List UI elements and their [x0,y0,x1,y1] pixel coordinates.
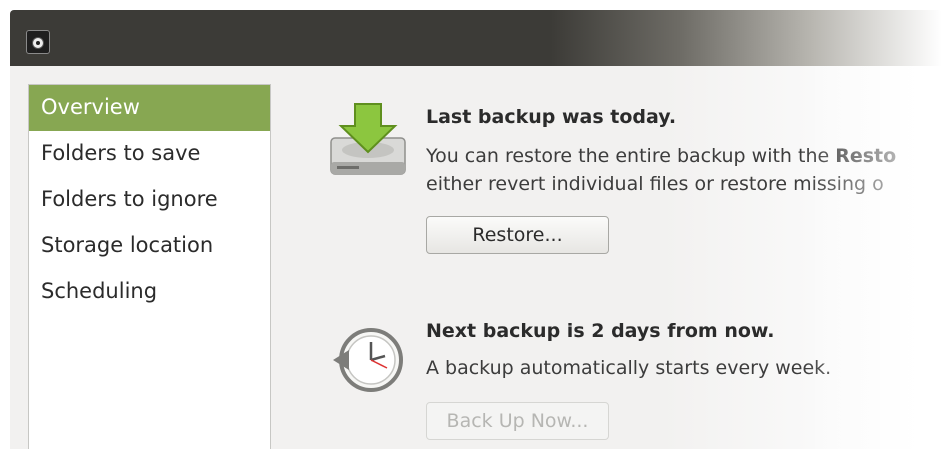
last-backup-description-line1: You can restore the entire backup with t… [426,142,896,170]
last-backup-description-line2: either revert individual files or restor… [426,173,884,195]
restore-inline-label: Resto [835,145,897,167]
last-backup-description-text: You can restore the entire backup with t… [426,145,836,167]
sidebar-item-folders-to-save[interactable]: Folders to save [29,131,270,177]
backup-app-icon [26,30,50,54]
sidebar-item-scheduling[interactable]: Scheduling [29,269,270,315]
sidebar: Overview Folders to save Folders to igno… [28,84,271,449]
next-backup-description: A backup automatically starts every week… [426,357,832,379]
sidebar-item-storage-location[interactable]: Storage location [29,223,270,269]
last-backup-heading: Last backup was today. [426,106,677,128]
window-titlebar[interactable] [10,10,942,66]
sidebar-item-folders-to-ignore[interactable]: Folders to ignore [29,177,270,223]
back-up-now-button[interactable]: Back Up Now... [426,402,609,440]
sidebar-item-overview[interactable]: Overview [29,85,270,131]
drive-download-icon [330,103,406,175]
restore-button[interactable]: Restore... [426,216,609,254]
clock-backup-icon [333,328,403,392]
next-backup-heading: Next backup is 2 days from now. [426,320,775,342]
